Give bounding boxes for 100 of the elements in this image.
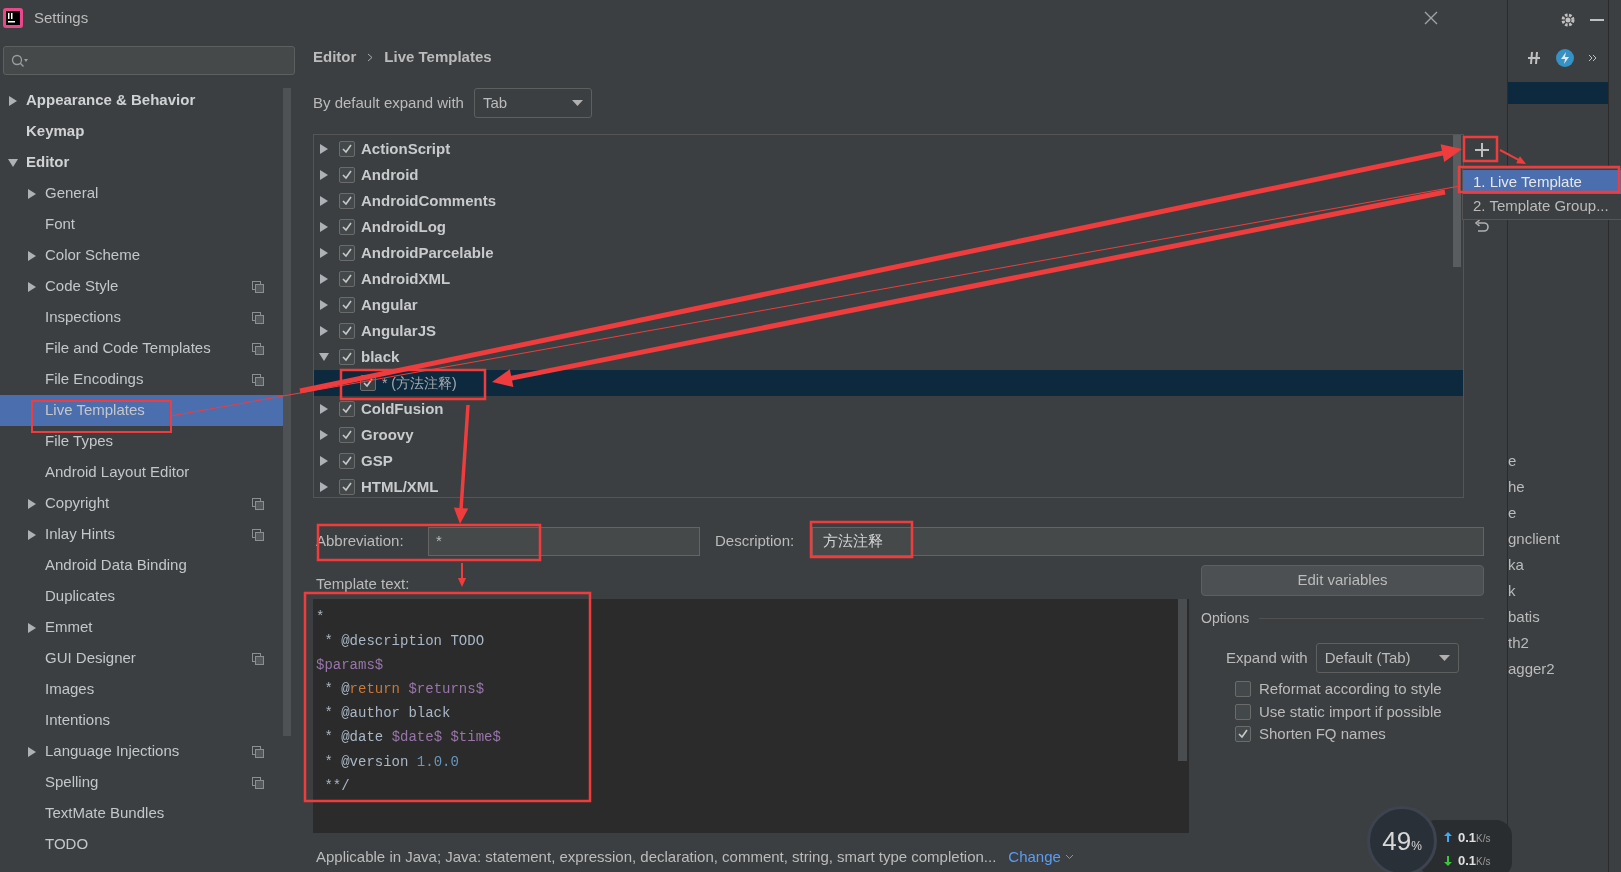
expand-arrow-icon[interactable] [319, 274, 329, 284]
checkbox[interactable] [339, 167, 355, 183]
template-group-row[interactable]: HTML/XML [314, 474, 1463, 497]
expand-arrow-icon[interactable] [319, 430, 329, 440]
expand-arrow-icon[interactable] [319, 326, 329, 336]
sidebar-item[interactable]: Android Layout Editor [0, 457, 286, 488]
template-group-row[interactable]: AndroidComments [314, 188, 1463, 214]
sidebar-item[interactable]: TextMate Bundles [0, 798, 286, 829]
sidebar-item[interactable]: Inspections [0, 302, 286, 333]
scrollbar-thumb[interactable] [1453, 135, 1461, 267]
settings-icon[interactable] [1560, 12, 1576, 28]
expand-arrow-icon[interactable] [27, 622, 37, 633]
expand-arrow-icon[interactable] [27, 188, 37, 199]
expand-arrow-icon[interactable] [319, 196, 329, 206]
sidebar-item[interactable]: Android Data Binding [0, 550, 286, 581]
breadcrumb-item[interactable]: Live Templates [384, 45, 492, 69]
checkbox[interactable] [1235, 681, 1251, 698]
menu-item[interactable]: 1. Live Template [1463, 170, 1621, 194]
template-group-row[interactable]: Android [314, 162, 1463, 188]
checkbox[interactable] [339, 141, 355, 157]
sidebar-item[interactable]: Language Injections [0, 736, 286, 767]
expand-arrow-icon[interactable] [319, 482, 329, 492]
list-item-text[interactable]: agger2 [1508, 658, 1608, 684]
expand-arrow-icon[interactable] [319, 222, 329, 232]
list-item-text[interactable]: batis [1508, 606, 1608, 632]
sidebar-item[interactable]: Duplicates [0, 581, 286, 612]
expand-key-dropdown[interactable]: Tab [473, 88, 592, 118]
sidebar-item[interactable]: File Types [0, 426, 286, 457]
undo-icon[interactable] [1473, 219, 1490, 235]
sidebar-item[interactable]: Intentions [0, 705, 286, 736]
sidebar-item[interactable]: General [0, 178, 286, 209]
checkbox[interactable] [339, 479, 355, 495]
list-item-text[interactable]: he [1508, 476, 1608, 502]
template-row[interactable]: * (方法注释) [314, 370, 1463, 396]
change-link[interactable]: Change [1008, 845, 1061, 868]
list-item-text[interactable]: e [1508, 450, 1608, 476]
list-item-text[interactable]: ka [1508, 554, 1608, 580]
edit-variables-button[interactable]: Edit variables [1201, 565, 1484, 596]
expand-arrow-icon[interactable] [27, 250, 37, 261]
search-field[interactable] [3, 46, 295, 75]
sidebar-item[interactable]: Font [0, 209, 286, 240]
checkbox[interactable] [1235, 703, 1251, 720]
abbreviation-field[interactable]: * [428, 526, 700, 556]
sidebar-item[interactable]: Spelling [0, 767, 286, 798]
template-group-row[interactable]: Groovy [314, 422, 1463, 448]
expand-arrow-icon[interactable] [319, 170, 329, 180]
checkbox[interactable] [339, 245, 355, 261]
list-item-text[interactable]: th2 [1508, 632, 1608, 658]
sidebar-item[interactable]: File Encodings [0, 364, 286, 395]
checkbox[interactable] [339, 401, 355, 417]
template-group-row[interactable]: AngularJS [314, 318, 1463, 344]
close-icon[interactable] [1424, 11, 1438, 25]
sidebar-item[interactable]: Appearance & Behavior [0, 85, 286, 116]
template-group-row[interactable]: Angular [314, 292, 1463, 318]
more-icon[interactable] [1588, 54, 1598, 62]
checkbox[interactable] [339, 453, 355, 469]
checkbox-label[interactable]: Reformat according to style [1259, 678, 1442, 701]
expand-arrow-icon[interactable] [319, 404, 329, 414]
checkbox-label[interactable]: Shorten FQ names [1259, 723, 1386, 746]
sidebar-item[interactable]: Editor [0, 147, 286, 178]
list-item-text[interactable]: e [1508, 502, 1608, 528]
sidebar-item[interactable]: Emmet [0, 612, 286, 643]
expand-arrow-icon[interactable] [319, 300, 329, 310]
expand-arrow-icon[interactable] [27, 746, 37, 757]
expand-arrow-icon[interactable] [319, 144, 329, 154]
lightning-icon[interactable] [1556, 49, 1574, 67]
list-item-text[interactable]: gnclient [1508, 528, 1608, 554]
checkbox[interactable] [339, 219, 355, 235]
checkbox[interactable] [339, 323, 355, 339]
checkbox[interactable] [339, 427, 355, 443]
checkbox[interactable] [339, 193, 355, 209]
add-icon[interactable] [1474, 143, 1489, 157]
description-field[interactable]: 方法注释 [812, 526, 1484, 556]
list-item-text[interactable]: k [1508, 580, 1608, 606]
checkbox-label[interactable]: Use static import if possible [1259, 700, 1442, 723]
expand-arrow-icon[interactable] [27, 498, 37, 509]
template-group-row[interactable]: AndroidLog [314, 214, 1463, 240]
menu-item[interactable]: 2. Template Group... [1463, 194, 1621, 218]
expand-arrow-icon[interactable] [27, 529, 37, 540]
sidebar-item[interactable]: Copyright [0, 488, 286, 519]
sidebar-item[interactable]: Inlay Hints [0, 519, 286, 550]
expand-arrow-icon[interactable] [319, 248, 329, 258]
template-group-row[interactable]: AndroidXML [314, 266, 1463, 292]
template-text-editor[interactable]: * * @description TODO $params$ * @return $returns$ * @author black * @date $date$ $time$ * @version 1.0.0 **/ [313, 598, 1189, 833]
template-group-row[interactable]: black [314, 344, 1463, 370]
expand-arrow-icon[interactable] [319, 456, 329, 466]
checkbox[interactable] [339, 297, 355, 313]
checkbox[interactable] [1235, 726, 1251, 743]
template-group-row[interactable]: AndroidParcelable [314, 240, 1463, 266]
sidebar-item[interactable]: Keymap [0, 116, 286, 147]
expand-arrow-icon[interactable] [319, 352, 329, 362]
sidebar-item[interactable]: Code Style [0, 271, 286, 302]
template-group-row[interactable]: ColdFusion [314, 396, 1463, 422]
checkbox[interactable] [339, 349, 355, 365]
sidebar-item[interactable]: File and Code Templates [0, 333, 286, 364]
sidebar-item[interactable]: TODO [0, 829, 286, 860]
expand-arrow-icon[interactable] [27, 281, 37, 292]
expand-arrow-icon[interactable] [8, 95, 18, 106]
toggle-offline-icon[interactable] [1526, 50, 1542, 66]
scrollbar-thumb[interactable] [1178, 598, 1187, 761]
